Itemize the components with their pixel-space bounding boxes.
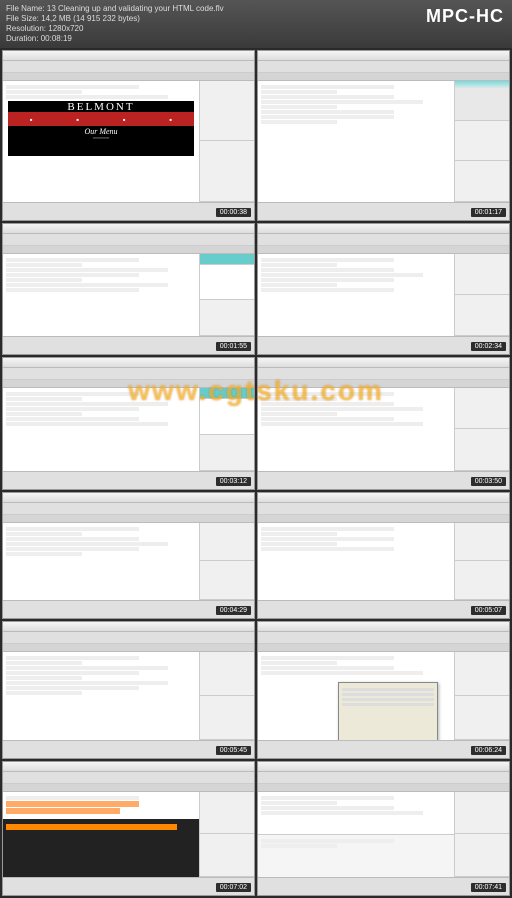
side-panels <box>199 652 254 740</box>
side-panels <box>454 388 509 471</box>
code-editor <box>258 81 454 202</box>
timestamp: 00:01:55 <box>216 342 251 351</box>
thumbnail[interactable]: 00:07:02 <box>2 761 255 897</box>
results-panel <box>258 834 454 877</box>
thumbnail[interactable]: 00:05:45 <box>2 621 255 759</box>
timestamp: 00:05:07 <box>471 606 506 615</box>
code-editor <box>258 652 454 740</box>
side-panels <box>199 388 254 471</box>
design-preview: BELMONT ■■■■ Our Menu ━━━━━━━━━ <box>8 101 194 156</box>
timestamp: 00:07:41 <box>471 883 506 892</box>
code-editor: BELMONT ■■■■ Our Menu ━━━━━━━━━ <box>3 81 199 202</box>
thumbnail[interactable]: 00:07:41 <box>257 761 510 897</box>
side-panels <box>199 523 254 601</box>
app-titlebar <box>3 51 254 61</box>
thumbnail[interactable]: 00:03:12 <box>2 357 255 490</box>
timestamp: 00:01:17 <box>471 208 506 217</box>
timestamp: 00:03:12 <box>216 477 251 486</box>
thumbnail[interactable]: 00:02:34 <box>257 223 510 356</box>
thumbnail[interactable]: 00:05:07 <box>257 492 510 620</box>
app-toolbar <box>3 61 254 73</box>
side-panels <box>454 254 509 337</box>
thumbnail[interactable]: 00:04:29 <box>2 492 255 620</box>
side-panels <box>199 81 254 202</box>
player-header: File Name: 13 Cleaning up and validating… <box>0 0 512 48</box>
timestamp: 00:02:34 <box>471 342 506 351</box>
code-editor <box>3 388 199 471</box>
dialog-window <box>338 682 438 740</box>
timestamp: 00:07:02 <box>216 883 251 892</box>
thumbnail[interactable]: BELMONT ■■■■ Our Menu ━━━━━━━━━ 00:00:38 <box>2 50 255 221</box>
side-panels <box>454 792 509 878</box>
results-panel <box>3 819 199 878</box>
side-panels <box>454 81 509 202</box>
thumbnail-grid: BELMONT ■■■■ Our Menu ━━━━━━━━━ 00:00:38 <box>0 48 512 898</box>
timestamp: 00:03:50 <box>471 477 506 486</box>
timestamp: 00:04:29 <box>216 606 251 615</box>
player-brand: MPC-HC <box>426 6 504 27</box>
code-editor <box>258 388 454 471</box>
side-panels <box>454 652 509 740</box>
timestamp: 00:05:45 <box>216 746 251 755</box>
code-editor <box>258 254 454 337</box>
code-editor <box>3 652 199 740</box>
timestamp: 00:00:38 <box>216 208 251 217</box>
side-panels <box>199 792 254 878</box>
side-panels <box>199 254 254 337</box>
side-panels <box>454 523 509 601</box>
timestamp: 00:06:24 <box>471 746 506 755</box>
thumbnail[interactable]: 00:01:17 <box>257 50 510 221</box>
thumbnail[interactable]: 00:06:24 <box>257 621 510 759</box>
code-editor <box>258 792 454 834</box>
code-editor <box>3 523 199 601</box>
code-editor <box>3 254 199 337</box>
code-editor <box>258 523 454 601</box>
code-editor <box>3 792 199 819</box>
thumbnail[interactable]: 00:01:55 <box>2 223 255 356</box>
thumbnail[interactable]: 00:03:50 <box>257 357 510 490</box>
app-tabs <box>3 73 254 81</box>
